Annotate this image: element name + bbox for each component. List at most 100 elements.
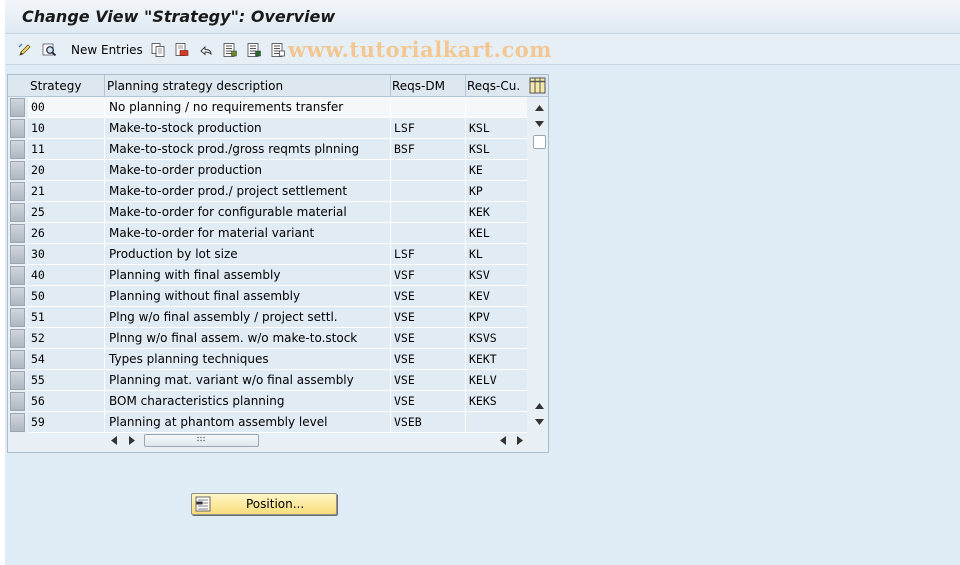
table-row[interactable]: 40 Planning with final assembly VSF KSV <box>8 265 527 286</box>
table-row[interactable]: 50 Planning without final assembly VSE KEV <box>8 286 527 307</box>
page-down-icon[interactable] <box>531 415 547 429</box>
table-row[interactable]: 56 BOM characteristics planning VSE KEKS <box>8 391 527 412</box>
cell-strategy: 00 <box>28 97 104 118</box>
scroll-left-icon[interactable] <box>497 433 509 447</box>
new-entries-button[interactable]: New Entries <box>71 43 143 57</box>
cell-description: Make-to-stock production <box>104 118 390 139</box>
table-settings-icon[interactable] <box>529 77 546 94</box>
column-divider <box>465 75 466 97</box>
cell-strategy-text: 59 <box>31 415 45 429</box>
row-selector[interactable] <box>10 119 25 138</box>
cell-reqs-cu <box>465 412 527 433</box>
cell-description-text: Make-to-stock prod./gross reqmts plnning <box>109 142 360 156</box>
scroll-right-icon[interactable] <box>126 433 138 447</box>
select-block-icon[interactable] <box>246 42 262 58</box>
cell-reqs-dm-text: VSEB <box>394 415 422 429</box>
table-row[interactable]: 26 Make-to-order for material variant KEL <box>8 223 527 244</box>
display-icon[interactable] <box>41 42 57 58</box>
cell-reqs-dm: VSE <box>390 328 465 349</box>
table-row[interactable]: 54 Types planning techniques VSE KEKT <box>8 349 527 370</box>
cell-strategy: 26 <box>28 223 104 244</box>
cell-description-text: Make-to-order for material variant <box>109 226 315 240</box>
cell-reqs-dm-text: LSF <box>394 247 415 261</box>
position-button[interactable]: Position... <box>191 493 337 515</box>
vertical-scrollbar[interactable] <box>531 97 547 431</box>
cell-reqs-dm: VSE <box>390 349 465 370</box>
table-row[interactable]: 20 Make-to-order production KE <box>8 160 527 181</box>
row-selector[interactable] <box>10 98 25 117</box>
cell-reqs-cu-text: KSL <box>469 121 490 135</box>
table-row[interactable]: 21 Make-to-order prod./ project settlemen… <box>8 181 527 202</box>
table-row[interactable]: 55 Planning mat. variant w/o final assemb… <box>8 370 527 391</box>
scroll-left-icon[interactable] <box>108 433 120 447</box>
column-header-reqs-dm[interactable]: Reqs-DM <box>392 79 445 93</box>
table-row[interactable]: 59 Planning at phantom assembly level VSEB <box>8 412 527 433</box>
delete-icon[interactable] <box>174 42 190 58</box>
row-selector[interactable] <box>10 140 25 159</box>
row-selector[interactable] <box>10 203 25 222</box>
row-selector[interactable] <box>10 350 25 369</box>
select-all-icon[interactable] <box>222 42 238 58</box>
row-selector[interactable] <box>10 392 25 411</box>
table-row[interactable]: 10 Make-to-stock production LSF KSL <box>8 118 527 139</box>
cell-description: Make-to-order prod./ project settlement <box>104 181 390 202</box>
cell-description-text: Planning with final assembly <box>109 268 281 282</box>
table-row[interactable]: 51 Plng w/o final assembly / project sett… <box>8 307 527 328</box>
application-toolbar: New Entries www.tutorialkart.com <box>5 34 960 65</box>
cell-reqs-cu: KSVS <box>465 328 527 349</box>
cell-strategy: 10 <box>28 118 104 139</box>
cell-description: Planning mat. variant w/o final assembly <box>104 370 390 391</box>
deselect-all-icon[interactable] <box>270 42 286 58</box>
row-selector[interactable] <box>10 413 25 432</box>
cell-reqs-dm-text: VSE <box>394 352 415 366</box>
scroll-right-icon[interactable] <box>514 433 526 447</box>
undo-icon[interactable] <box>198 42 214 58</box>
scroll-down-icon[interactable] <box>531 117 547 131</box>
cell-reqs-cu-text: KE <box>469 163 483 177</box>
table-row[interactable]: 30 Production by lot size LSF KL <box>8 244 527 265</box>
row-selector[interactable] <box>10 266 25 285</box>
cell-strategy-text: 10 <box>31 121 45 135</box>
row-selector[interactable] <box>10 371 25 390</box>
cell-strategy-text: 51 <box>31 310 45 324</box>
cell-strategy-text: 40 <box>31 268 45 282</box>
horizontal-scrollbar[interactable] <box>104 431 534 449</box>
watermark-text: www.tutorialkart.com <box>288 37 552 62</box>
column-header-description[interactable]: Planning strategy description <box>107 79 283 93</box>
row-selector[interactable] <box>10 224 25 243</box>
cell-strategy-text: 56 <box>31 394 45 408</box>
cell-reqs-dm: LSF <box>390 118 465 139</box>
row-selector[interactable] <box>10 161 25 180</box>
edit-icon[interactable] <box>17 42 33 58</box>
cell-reqs-cu: KEL <box>465 223 527 244</box>
page-title: Change View "Strategy": Overview <box>22 7 336 26</box>
cell-strategy-text: 25 <box>31 205 45 219</box>
cell-reqs-cu: KEKS <box>465 391 527 412</box>
table-row[interactable]: 25 Make-to-order for configurable materia… <box>8 202 527 223</box>
row-selector[interactable] <box>10 329 25 348</box>
page-up-icon[interactable] <box>531 399 547 413</box>
row-selector[interactable] <box>10 308 25 327</box>
horizontal-scroll-thumb[interactable] <box>144 434 259 447</box>
cell-description-text: Make-to-order prod./ project settlement <box>109 184 348 198</box>
cell-strategy-text: 26 <box>31 226 45 240</box>
cell-strategy-text: 52 <box>31 331 45 345</box>
row-selector[interactable] <box>10 182 25 201</box>
cell-reqs-dm-text: BSF <box>394 142 415 156</box>
cell-strategy: 59 <box>28 412 104 433</box>
cell-description-text: Planning at phantom assembly level <box>109 415 328 429</box>
column-header-reqs-cu[interactable]: Reqs-Cu. <box>467 79 520 93</box>
table-row[interactable]: 52 Plnng w/o final assem. w/o make-to.sto… <box>8 328 527 349</box>
cell-description: Make-to-order for material variant <box>104 223 390 244</box>
scroll-thumb[interactable] <box>533 135 546 149</box>
table-row[interactable]: 11 Make-to-stock prod./gross reqmts plnni… <box>8 139 527 160</box>
row-selector[interactable] <box>10 287 25 306</box>
cell-reqs-cu: KSL <box>465 118 527 139</box>
cell-reqs-dm <box>390 97 465 118</box>
row-selector[interactable] <box>10 245 25 264</box>
table-row[interactable]: 00 No planning / no requirements transfer <box>8 97 527 118</box>
copy-icon[interactable] <box>150 42 166 58</box>
column-header-strategy[interactable]: Strategy <box>30 79 81 93</box>
scroll-up-icon[interactable] <box>531 101 547 115</box>
cell-description-text: Planning without final assembly <box>109 289 301 303</box>
